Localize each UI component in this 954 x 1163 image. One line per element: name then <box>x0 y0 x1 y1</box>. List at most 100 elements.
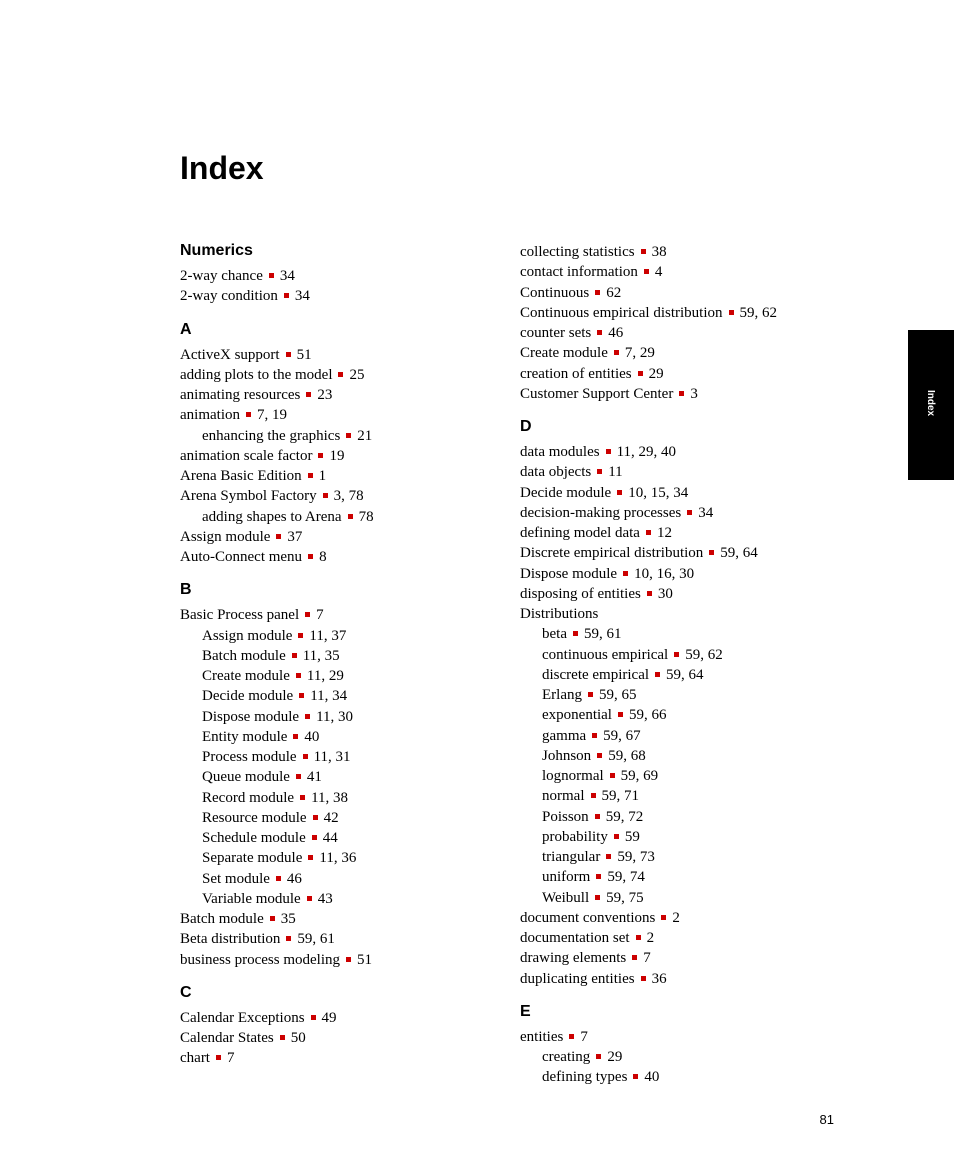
bullet-icon <box>569 1034 574 1039</box>
index-entry: Arena Basic Edition1 <box>180 466 480 486</box>
index-term: animating resources <box>180 387 300 403</box>
bullet-icon <box>595 290 600 295</box>
index-pages: 11, 31 <box>314 749 351 765</box>
index-term: ActiveX support <box>180 347 280 363</box>
bullet-icon <box>606 854 611 859</box>
bullet-icon <box>617 490 622 495</box>
bullet-icon <box>592 733 597 738</box>
index-entry: gamma59, 67 <box>520 726 820 746</box>
index-term: data modules <box>520 444 600 460</box>
index-pages: 34 <box>295 288 310 304</box>
index-entry: decision-making processes34 <box>520 503 820 523</box>
index-pages: 43 <box>318 891 333 907</box>
index-term: Batch module <box>180 911 264 927</box>
index-pages: 34 <box>698 505 713 521</box>
index-term: Batch module <box>202 648 286 664</box>
index-term: counter sets <box>520 325 591 341</box>
bullet-icon <box>679 391 684 396</box>
index-pages: 11, 34 <box>310 688 347 704</box>
index-pages: 25 <box>349 367 364 383</box>
index-pages: 7, 19 <box>257 407 287 423</box>
index-term: normal <box>542 788 585 804</box>
bullet-icon <box>597 753 602 758</box>
index-pages: 12 <box>657 525 672 541</box>
index-entry: animation scale factor19 <box>180 446 480 466</box>
bullet-icon <box>595 814 600 819</box>
index-pages: 59, 68 <box>608 748 646 764</box>
index-term: document conventions <box>520 910 655 926</box>
index-pages: 51 <box>297 347 312 363</box>
index-entry: beta59, 61 <box>520 624 820 644</box>
index-entry: Calendar States50 <box>180 1028 480 1048</box>
index-entry: Decide module 11, 34 <box>180 686 480 706</box>
index-term: creation of entities <box>520 366 632 382</box>
index-entry: counter sets46 <box>520 323 820 343</box>
index-pages: 10, 15, 34 <box>628 485 688 501</box>
bullet-icon <box>647 591 652 596</box>
index-term: creating <box>542 1049 590 1065</box>
section-heading: E <box>520 1003 820 1021</box>
index-pages: 62 <box>606 285 621 301</box>
index-entry: documentation set2 <box>520 928 820 948</box>
index-term: collecting statistics <box>520 244 635 260</box>
index-pages: 51 <box>357 952 372 968</box>
index-pages: 40 <box>304 729 319 745</box>
index-pages: 59, 72 <box>606 809 644 825</box>
bullet-icon <box>655 672 660 677</box>
bullet-icon <box>641 249 646 254</box>
index-entry: Batch module11, 35 <box>180 646 480 666</box>
bullet-icon <box>610 773 615 778</box>
index-pages: 29 <box>607 1049 622 1065</box>
index-term: beta <box>542 626 567 642</box>
index-pages: 19 <box>329 448 344 464</box>
bullet-icon <box>614 834 619 839</box>
index-term: duplicating entities <box>520 971 635 987</box>
index-pages: 34 <box>280 268 295 284</box>
index-pages: 59, 67 <box>603 728 641 744</box>
bullet-icon <box>269 273 274 278</box>
index-pages: 40 <box>644 1069 659 1085</box>
index-term: discrete empirical <box>542 667 649 683</box>
index-entry: disposing of entities30 <box>520 584 820 604</box>
index-term: Decide module <box>202 688 293 704</box>
index-pages: 46 <box>287 871 302 887</box>
index-entry: adding shapes to Arena78 <box>180 507 480 527</box>
index-pages: 7 <box>316 607 324 623</box>
index-entry: Assign module37 <box>180 527 480 547</box>
index-entry: Calendar Exceptions49 <box>180 1008 480 1028</box>
index-entry: Set module 46 <box>180 869 480 889</box>
index-pages: 11, 29 <box>307 668 344 684</box>
index-pages: 3, 78 <box>334 488 364 504</box>
index-term: lognormal <box>542 768 604 784</box>
index-entry: Record module11, 38 <box>180 788 480 808</box>
index-entry: Create module7, 29 <box>520 343 820 363</box>
index-pages: 11, 37 <box>309 628 346 644</box>
index-pages: 11, 29, 40 <box>617 444 676 460</box>
bullet-icon <box>573 631 578 636</box>
bullet-icon <box>597 330 602 335</box>
index-term: Decide module <box>520 485 611 501</box>
index-entry: Assign module11, 37 <box>180 626 480 646</box>
index-term: Weibull <box>542 890 589 906</box>
index-entry: defining model data12 <box>520 523 820 543</box>
bullet-icon <box>709 550 714 555</box>
index-term: Queue module <box>202 769 290 785</box>
index-entry: Erlang59, 65 <box>520 685 820 705</box>
bullet-icon <box>305 714 310 719</box>
index-entry: duplicating entities36 <box>520 969 820 989</box>
index-pages: 42 <box>324 810 339 826</box>
index-column: Numerics2-way chance342-way condition34A… <box>180 242 480 1088</box>
index-term: Set module <box>202 871 270 887</box>
index-term: Beta distribution <box>180 931 280 947</box>
index-pages: 59, 71 <box>602 788 640 804</box>
index-term: Continuous <box>520 285 589 301</box>
index-entry: Dispose module10, 16, 30 <box>520 564 820 584</box>
index-term: probability <box>542 829 608 845</box>
index-term: Johnson <box>542 748 591 764</box>
index-term: documentation set <box>520 930 630 946</box>
index-entry: drawing elements7 <box>520 948 820 968</box>
index-term: disposing of entities <box>520 586 641 602</box>
bullet-icon <box>286 352 291 357</box>
bullet-icon <box>687 510 692 515</box>
section-heading: C <box>180 984 480 1002</box>
